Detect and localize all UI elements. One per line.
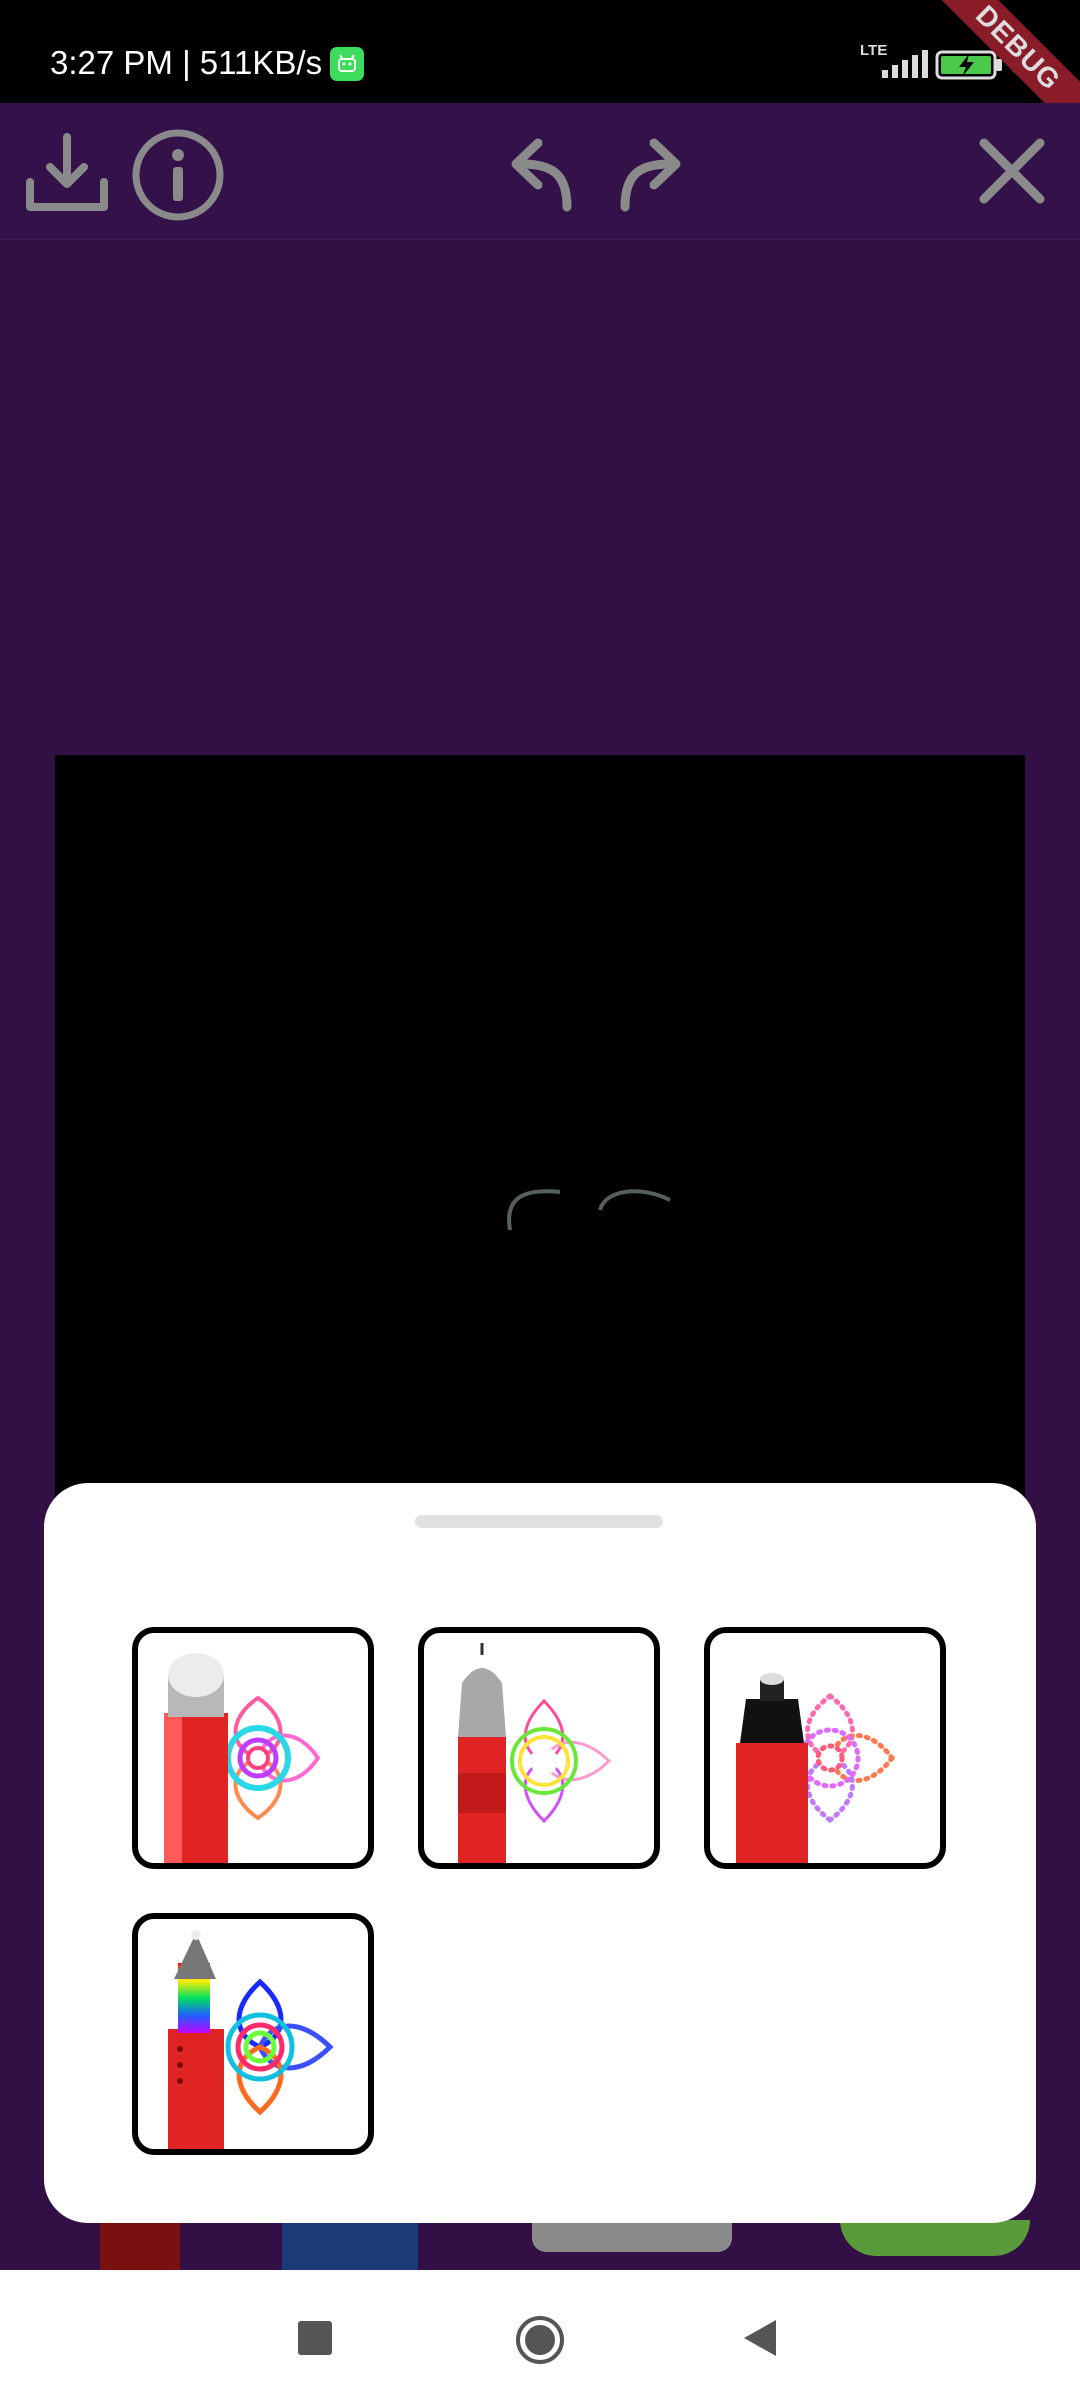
battery-charging-icon — [935, 50, 1002, 80]
dotted-marker-brush-icon — [736, 1673, 896, 1863]
canvas-stroke — [507, 1189, 671, 1231]
glow-marker-brush-icon — [164, 1653, 321, 1863]
system-nav-bar — [0, 2270, 1080, 2400]
recents-square-icon[interactable] — [298, 2321, 332, 2355]
drawing-toolbar — [0, 103, 1080, 240]
tool-peek-eraser — [282, 2220, 418, 2270]
close-icon[interactable] — [976, 135, 1048, 207]
tool-peek-grey — [532, 2220, 732, 2252]
back-triangle-icon[interactable] — [740, 2318, 780, 2358]
brush-option-rainbow-pen[interactable] — [132, 1913, 374, 2155]
brush-option-glow-marker[interactable] — [132, 1627, 374, 1869]
undo-icon[interactable] — [502, 129, 582, 215]
tool-peek-green — [840, 2220, 1030, 2256]
signal-icon — [882, 50, 928, 78]
download-icon[interactable] — [22, 127, 112, 217]
status-bar: 3:27 PM | 511KB/s LTE 94% DEBUG — [0, 0, 1080, 147]
brush-option-dotted-marker[interactable] — [704, 1627, 946, 1869]
info-icon[interactable] — [130, 127, 226, 223]
home-circle-icon[interactable] — [514, 2314, 566, 2366]
redo-icon[interactable] — [610, 129, 690, 215]
tool-peek-red — [100, 2220, 180, 2270]
status-time: 3:27 PM | 511KB/s — [50, 44, 323, 81]
neon-pen-brush-icon — [458, 1643, 612, 1863]
brush-picker-sheet — [44, 1483, 1036, 2223]
android-notification-icon — [330, 47, 364, 81]
brush-option-neon-pen[interactable] — [418, 1627, 660, 1869]
sheet-drag-handle[interactable] — [415, 1515, 663, 1528]
rainbow-pen-brush-icon — [168, 1930, 334, 2149]
